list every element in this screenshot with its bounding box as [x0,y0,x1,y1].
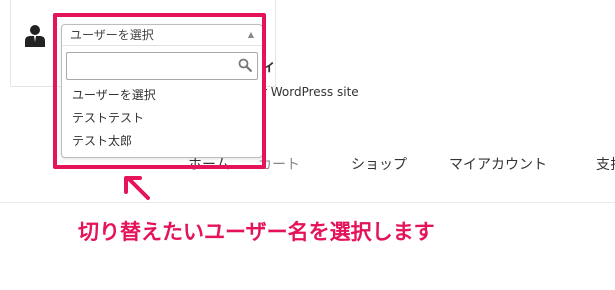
annotation-arrow-icon [124,176,150,200]
nav-item-checkout[interactable]: 支払 [596,154,615,174]
page: ィ r WordPress site ホーム カート ショップ マイアカウント … [0,0,615,290]
header-divider [0,202,615,203]
user-icon[interactable] [24,24,46,48]
nav-item-my-account[interactable]: マイアカウント [449,154,547,174]
annotation-highlight-box [53,13,266,169]
site-tagline: r WordPress site [262,85,359,99]
nav-item-shop[interactable]: ショップ [351,154,407,174]
annotation-callout: 切り替えたいユーザー名を選択します [78,220,435,244]
